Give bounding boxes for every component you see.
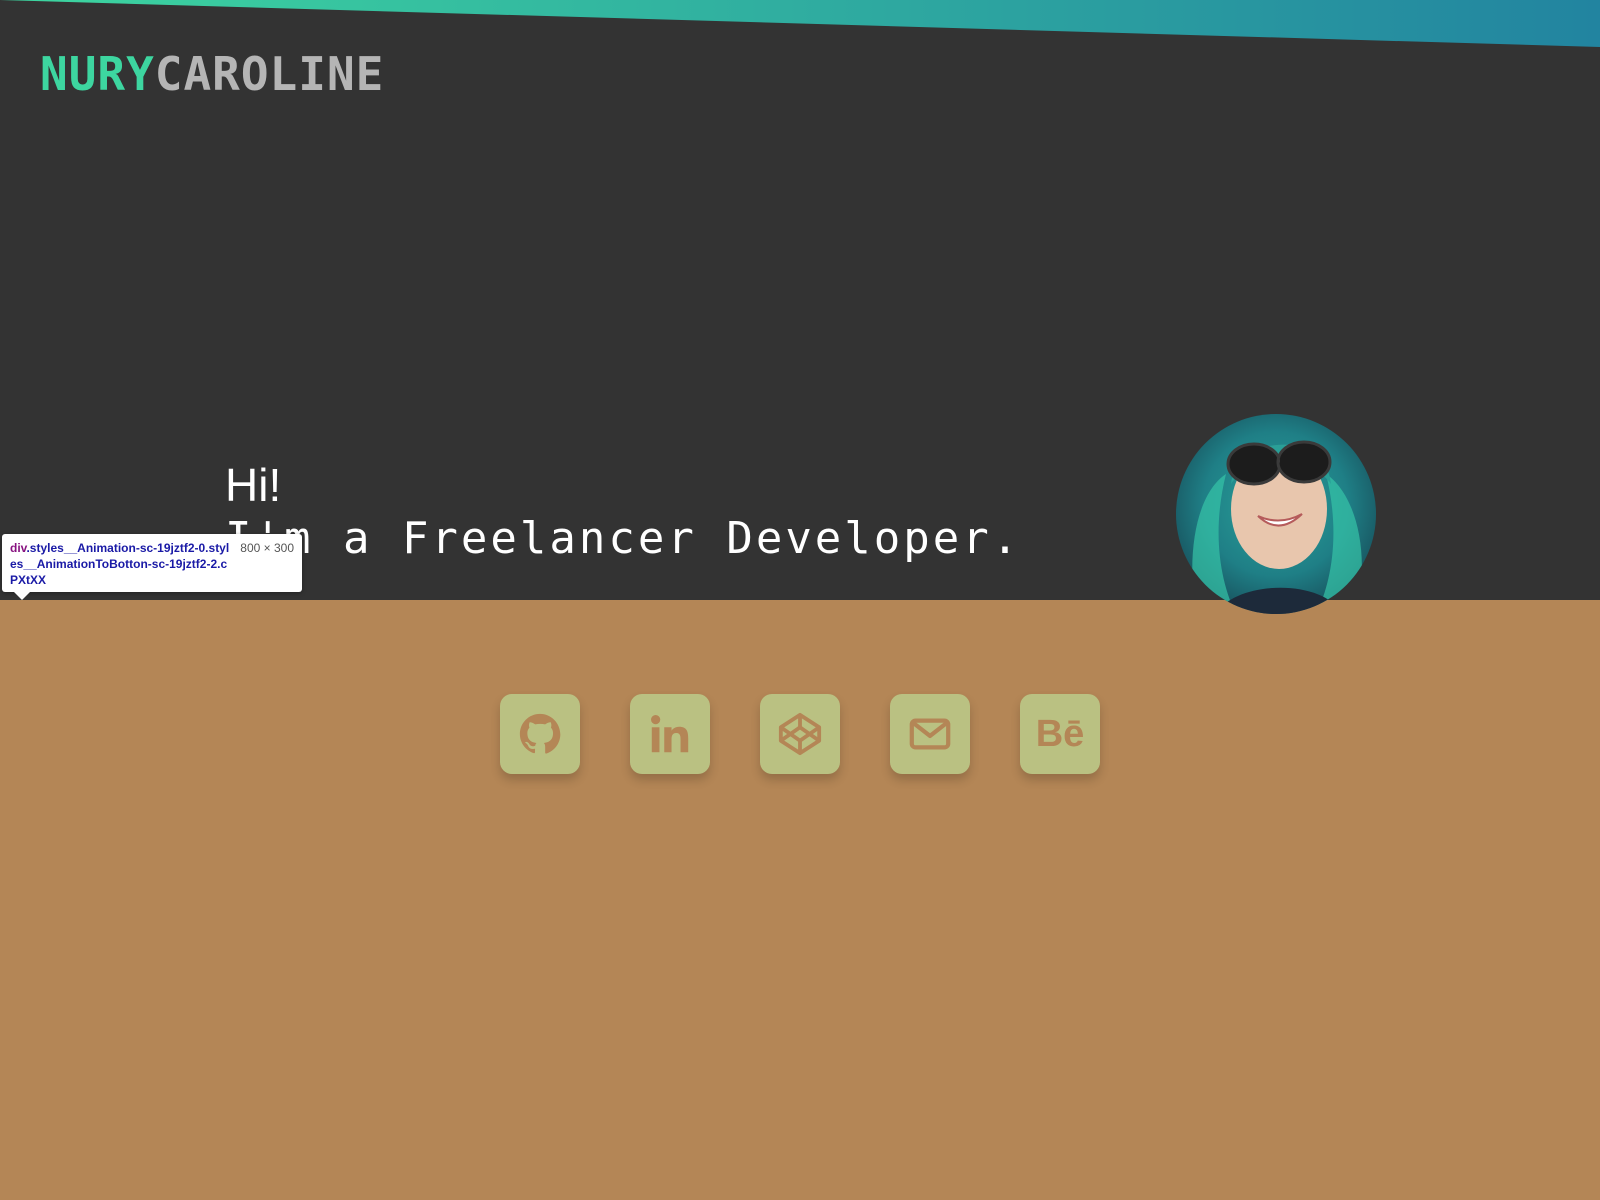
linkedin-button[interactable] [630, 694, 710, 774]
mail-icon [909, 718, 951, 750]
behance-icon: Bē [1035, 712, 1085, 755]
avatar-portrait [1176, 414, 1376, 614]
github-icon [519, 713, 561, 754]
logo-first-part: NURY [40, 47, 155, 101]
behance-button[interactable]: Bē [1020, 694, 1100, 774]
hero-tagline: I'm a Freelancer Developer. [225, 513, 1022, 564]
social-links: Bē [500, 694, 1100, 774]
codepen-icon [778, 712, 822, 756]
tooltip-classes: .styles__Animation-sc-19jztf2-0.styles__… [10, 541, 230, 587]
email-button[interactable] [890, 694, 970, 774]
codepen-button[interactable] [760, 694, 840, 774]
devtools-inspect-tooltip: div.styles__Animation-sc-19jztf2-0.style… [2, 534, 302, 600]
top-gradient-stripe [0, 0, 1600, 47]
tooltip-arrow [14, 592, 30, 600]
greeting-hi: Hi! [225, 459, 282, 511]
tooltip-size: 800 × 300 [240, 541, 294, 555]
logo-second-part: CAROLINE [154, 47, 385, 101]
github-button[interactable] [500, 694, 580, 774]
linkedin-icon [651, 715, 689, 753]
avatar [1176, 414, 1376, 614]
tooltip-tag: div [10, 541, 27, 555]
tooltip-selector: div.styles__Animation-sc-19jztf2-0.style… [10, 540, 230, 588]
hero-greeting: Hi! I'm a Freelancer Developer. [225, 455, 1021, 567]
site-logo[interactable]: NURYCAROLINE [40, 46, 384, 102]
social-section [0, 600, 1600, 1200]
